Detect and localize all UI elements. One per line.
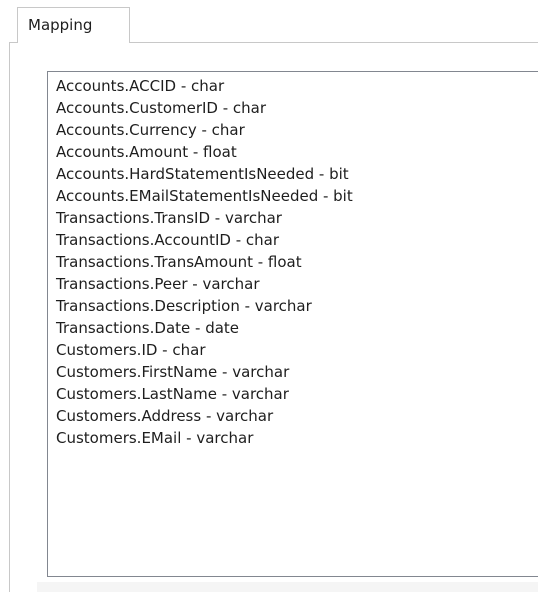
list-item[interactable]: Transactions.Peer - varchar [56, 273, 538, 295]
list-item[interactable]: Accounts.Amount - float [56, 141, 538, 163]
list-item[interactable]: Transactions.Date - date [56, 317, 538, 339]
list-item[interactable]: Customers.LastName - varchar [56, 383, 538, 405]
list-item[interactable]: Transactions.AccountID - char [56, 229, 538, 251]
list-item[interactable]: Transactions.TransAmount - float [56, 251, 538, 273]
list-item[interactable]: Accounts.CustomerID - char [56, 97, 538, 119]
list-item[interactable]: Accounts.HardStatementIsNeeded - bit [56, 163, 538, 185]
list-item[interactable]: Customers.FirstName - varchar [56, 361, 538, 383]
list-item[interactable]: Customers.EMail - varchar [56, 427, 538, 449]
list-item[interactable]: Accounts.ACCID - char [56, 75, 538, 97]
mapping-list: Accounts.ACCID - char Accounts.CustomerI… [48, 72, 538, 449]
mapping-listbox[interactable]: Accounts.ACCID - char Accounts.CustomerI… [47, 71, 538, 577]
list-item[interactable]: Customers.ID - char [56, 339, 538, 361]
list-item[interactable]: Accounts.EMailStatementIsNeeded - bit [56, 185, 538, 207]
mapping-window: Mapping Accounts.ACCID - char Accounts.C… [0, 0, 538, 592]
list-item[interactable]: Transactions.TransID - varchar [56, 207, 538, 229]
panel-footer [37, 582, 538, 592]
tab-mapping-label: Mapping [28, 16, 93, 34]
list-item[interactable]: Customers.Address - varchar [56, 405, 538, 427]
tab-mapping[interactable]: Mapping [17, 7, 130, 43]
list-item[interactable]: Transactions.Description - varchar [56, 295, 538, 317]
list-item[interactable]: Accounts.Currency - char [56, 119, 538, 141]
